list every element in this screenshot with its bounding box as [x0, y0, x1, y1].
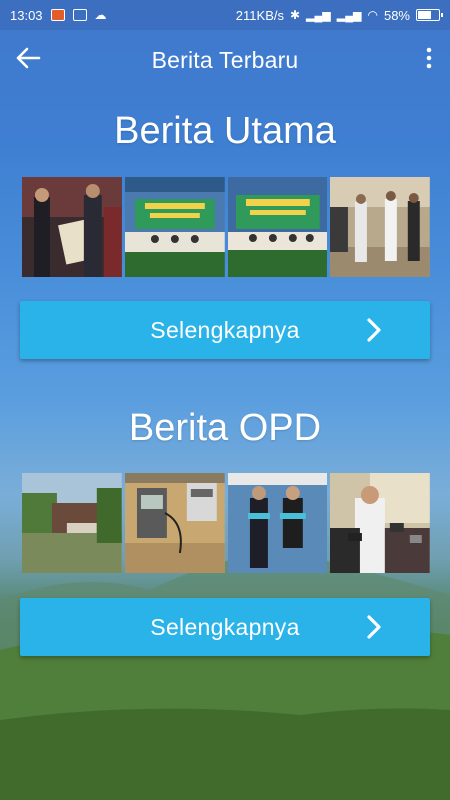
news-thumbnail[interactable]: [124, 177, 225, 277]
news-thumbnail[interactable]: [227, 177, 328, 277]
more-vertical-icon: [426, 47, 432, 69]
news-thumbnail[interactable]: [22, 473, 122, 573]
arrow-left-icon: [16, 47, 41, 69]
more-button-berita-opd[interactable]: Selengkapnya: [20, 598, 430, 656]
news-thumbnail[interactable]: [227, 473, 328, 573]
chevron-right-icon: [367, 318, 381, 342]
background-landscape: [0, 550, 450, 800]
press-interview-photo: [330, 473, 430, 573]
award-ceremony-photo: [22, 177, 122, 277]
couple-portrait-photo: [227, 473, 328, 573]
meeting-stage-photo: [227, 177, 328, 277]
more-button-label: Selengkapnya: [150, 316, 300, 343]
back-button[interactable]: [12, 42, 44, 74]
net-speed: 211KB/s: [235, 7, 284, 23]
bluetooth-icon: ✱: [289, 8, 301, 22]
more-button-berita-utama[interactable]: Selengkapnya: [20, 301, 430, 359]
meeting-banner-photo: [124, 177, 225, 277]
battery-percent: 58%: [383, 7, 410, 23]
weather-icon: ☁: [94, 8, 107, 22]
section-title-berita-utama: Berita Utama: [114, 110, 336, 152]
page-title: Berita Terbaru: [151, 46, 299, 73]
battery-icon: [416, 9, 443, 21]
electric-meter-photo: [124, 473, 225, 573]
gallery-icon: [72, 9, 87, 21]
wifi-icon: ◠: [367, 8, 378, 22]
notification-icon: [50, 9, 65, 21]
signal-icon-2: ▂▄▆: [336, 9, 362, 22]
more-button-label: Selengkapnya: [150, 613, 300, 640]
gallery-berita-utama: [22, 177, 430, 277]
news-thumbnail[interactable]: [330, 177, 430, 277]
app-bar: Berita Terbaru: [0, 30, 450, 90]
news-thumbnail[interactable]: [22, 177, 122, 277]
status-bar: 13:03 ☁ 211KB/s ✱ ▂▄▆ ▂▄▆ ◠ 58%: [0, 0, 450, 30]
news-thumbnail[interactable]: [330, 473, 430, 573]
section-title-berita-opd: Berita OPD: [128, 407, 322, 449]
office-building-photo: [22, 473, 122, 573]
status-time: 13:03: [10, 7, 43, 23]
signal-icon: ▂▄▆: [306, 9, 331, 22]
gallery-berita-opd: [22, 473, 430, 573]
signing-ceremony-photo: [330, 177, 430, 277]
news-thumbnail[interactable]: [124, 473, 225, 573]
chevron-right-icon: [367, 615, 381, 639]
overflow-menu-button[interactable]: [422, 44, 436, 72]
